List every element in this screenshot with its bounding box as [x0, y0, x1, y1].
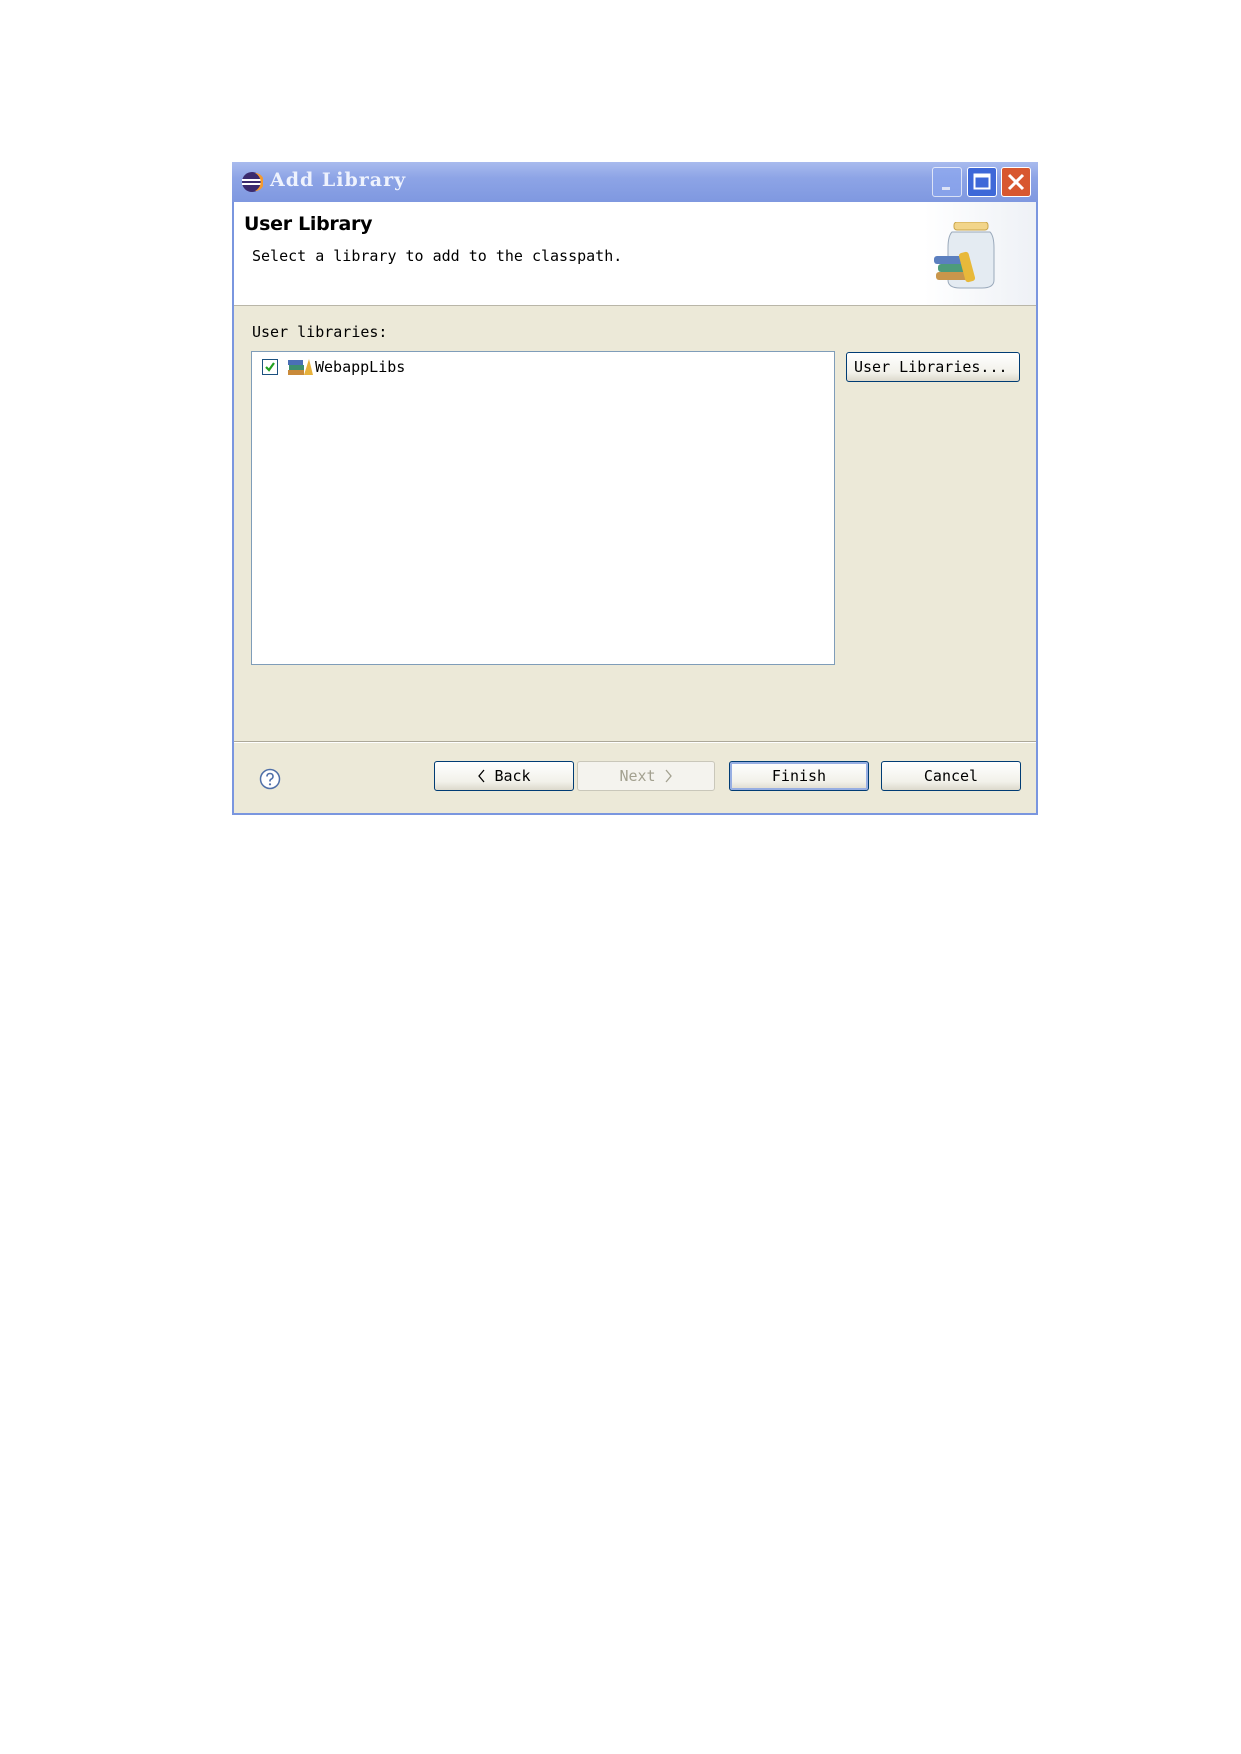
minimize-icon [942, 187, 950, 190]
library-label: WebappLibs [315, 358, 406, 376]
header-banner [924, 202, 1036, 305]
cancel-button[interactable]: Cancel [881, 761, 1021, 791]
chevron-left-icon [478, 769, 485, 783]
add-library-dialog: Add Library User Library Select a librar… [232, 162, 1038, 815]
window-title: Add Library [270, 169, 407, 191]
eclipse-icon [242, 172, 263, 192]
close-icon [1007, 173, 1025, 191]
user-libraries-button[interactable]: User Libraries... [846, 352, 1020, 382]
chevron-right-icon [665, 769, 672, 783]
maximize-icon [973, 173, 991, 190]
minimize-button[interactable] [932, 167, 962, 197]
close-button[interactable] [1001, 167, 1031, 197]
footer-separator [234, 741, 1036, 743]
list-item[interactable]: WebappLibs [262, 356, 405, 378]
next-button-label: Next [619, 767, 656, 785]
maximize-button[interactable] [967, 167, 997, 197]
finish-button[interactable]: Finish [729, 761, 869, 791]
page-description: Select a library to add to the classpath… [252, 247, 623, 265]
library-icon [288, 359, 313, 375]
page-title: User Library [244, 213, 373, 235]
user-libraries-list[interactable]: WebappLibs [251, 351, 835, 665]
back-button[interactable]: Back [434, 761, 574, 791]
checkmark-icon [265, 362, 275, 372]
library-jar-icon [934, 222, 995, 289]
user-libraries-label: User libraries: [252, 323, 388, 341]
next-button: Next [577, 761, 715, 791]
title-bar[interactable]: Add Library [232, 162, 1038, 202]
library-checkbox[interactable] [262, 359, 278, 375]
help-icon[interactable] [259, 768, 281, 790]
wizard-header: User Library Select a library to add to … [234, 202, 1036, 306]
back-button-label: Back [494, 767, 531, 785]
